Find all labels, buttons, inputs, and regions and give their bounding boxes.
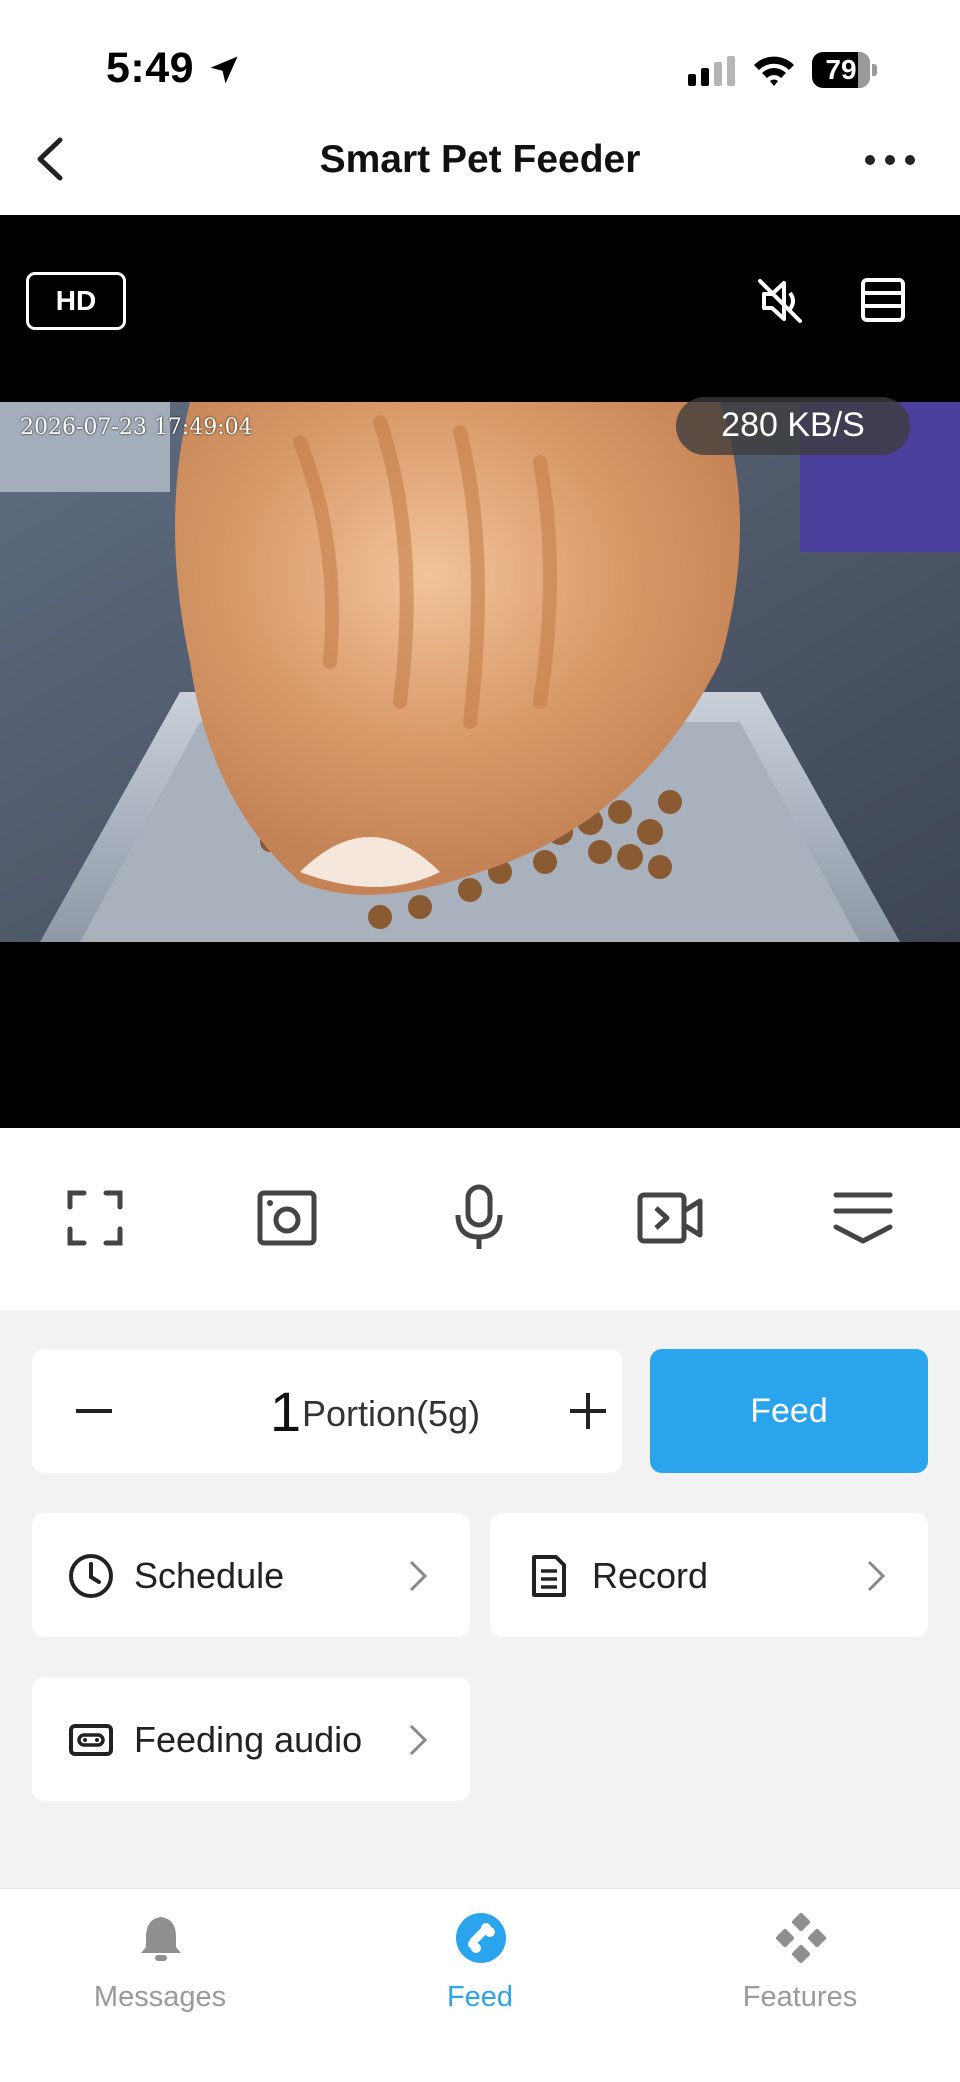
bottom-tab-bar: Messages Feed Features (0, 1888, 960, 2082)
tab-feed[interactable]: Feed (320, 1889, 640, 2082)
page-title: Smart Pet Feeder (319, 138, 641, 181)
schedule-tile[interactable]: Schedule (32, 1513, 470, 1637)
tab-feed-label: Feed (446, 1981, 514, 2013)
wifi-icon (754, 56, 794, 86)
chevron-right-icon (409, 1724, 428, 1756)
features-grid-icon (776, 1913, 826, 1963)
live-video-player[interactable]: HD 2026-07-23 17:49:04 280 KB/S (0, 215, 960, 1128)
battery-percent: 79 (825, 54, 857, 85)
cellular-signal-icon (688, 56, 735, 86)
snapshot-icon[interactable] (252, 1183, 322, 1253)
tab-features-label: Features (742, 1981, 858, 2013)
bitrate-badge: 280 KB/S (676, 397, 910, 455)
portion-unit-label: Portion(5g) (302, 1393, 481, 1434)
chevron-right-icon (409, 1560, 428, 1592)
location-arrow-icon (210, 56, 238, 84)
bone-icon (456, 1913, 506, 1963)
nav-bar: Smart Pet Feeder (0, 100, 960, 215)
feed-button[interactable]: Feed (650, 1349, 928, 1473)
portion-count: 1 (270, 1380, 302, 1443)
more-options-icon[interactable] (860, 150, 920, 170)
feeding-audio-label: Feeding audio (134, 1719, 363, 1760)
speaker-muted-icon[interactable] (754, 275, 806, 327)
video-timestamp: 2026-07-23 17:49:04 (20, 415, 253, 440)
fullscreen-icon[interactable] (60, 1183, 130, 1253)
clock-icon (69, 1554, 113, 1598)
battery-indicator: 79 (812, 52, 878, 88)
video-control-toolbar (0, 1128, 960, 1310)
decrease-portion-button[interactable] (72, 1389, 116, 1433)
document-icon (532, 1555, 566, 1597)
tab-features[interactable]: Features (640, 1889, 960, 2082)
chevron-right-icon (867, 1560, 886, 1592)
microphone-icon[interactable] (444, 1183, 514, 1253)
status-time: 5:49 (106, 44, 195, 92)
schedule-label: Schedule (134, 1555, 285, 1596)
increase-portion-button[interactable] (566, 1389, 610, 1433)
cassette-tape-icon (69, 1724, 113, 1756)
record-label: Record (592, 1555, 709, 1596)
record-tile[interactable]: Record (490, 1513, 928, 1637)
hd-quality-button[interactable]: HD (26, 272, 126, 330)
multi-view-icon[interactable] (858, 275, 908, 325)
tab-messages[interactable]: Messages (0, 1889, 320, 2082)
record-video-icon[interactable] (636, 1183, 706, 1253)
bell-icon (141, 1917, 181, 1961)
portion-stepper: 1 Portion(5g) (32, 1349, 622, 1473)
camera-feed-image (0, 402, 960, 942)
collapse-panel-icon[interactable] (828, 1183, 898, 1253)
tab-messages-label: Messages (93, 1981, 227, 2013)
feeding-audio-tile[interactable]: Feeding audio (32, 1677, 470, 1801)
